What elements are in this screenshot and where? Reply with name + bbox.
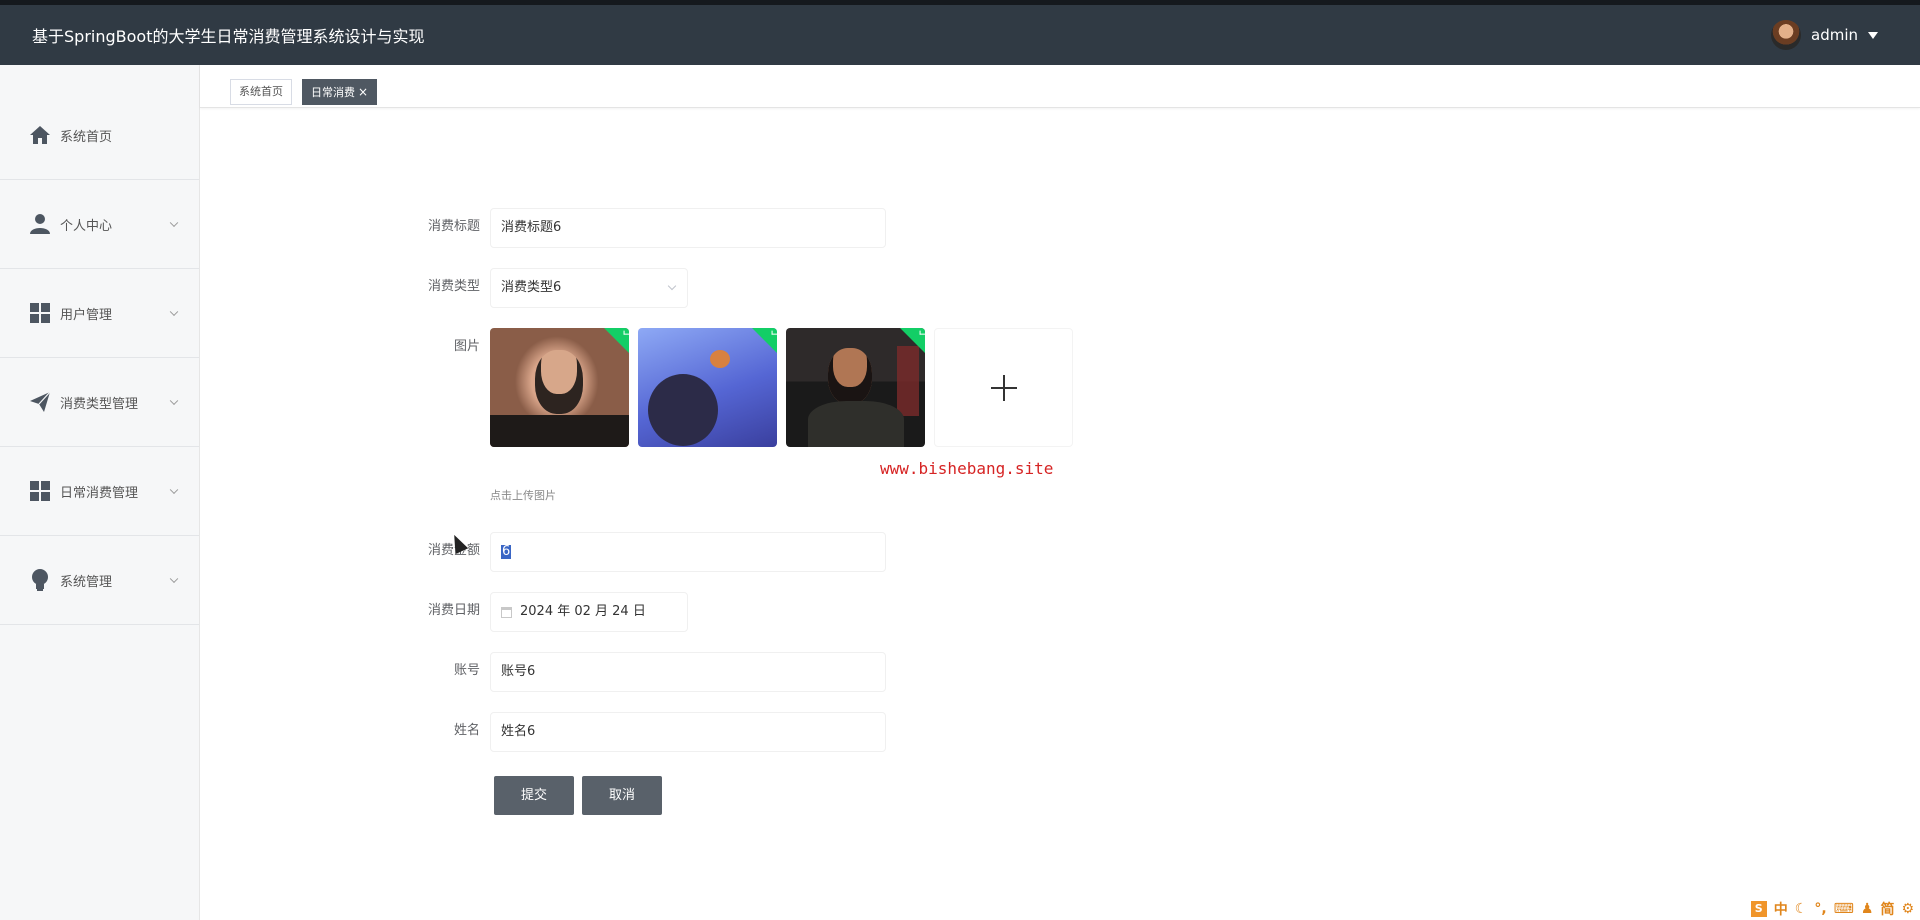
sidebar-item-user-management[interactable]: 用户管理: [0, 269, 199, 358]
username[interactable]: admin: [1811, 26, 1858, 44]
user-menu[interactable]: admin: [1771, 20, 1878, 50]
tab-home[interactable]: 系统首页: [230, 79, 292, 105]
uploaded-image[interactable]: [490, 328, 629, 447]
tab-daily-consumption[interactable]: 日常消费 ×: [302, 79, 378, 105]
chevron-down-icon: [667, 281, 677, 291]
upload-success-check-icon: [751, 328, 777, 356]
type-select[interactable]: 消费类型6: [490, 268, 688, 308]
close-icon[interactable]: ×: [358, 85, 368, 99]
amount-value-selected: 6: [501, 544, 512, 559]
sidebar-item-system-management[interactable]: 系统管理: [0, 536, 199, 625]
field-label-account: 账号: [453, 663, 480, 678]
paper-plane-icon: [28, 390, 52, 414]
moon-icon[interactable]: ☾: [1795, 901, 1808, 917]
uploaded-image[interactable]: [638, 328, 777, 447]
amount-input[interactable]: 6: [490, 532, 886, 572]
tab-label: 日常消费: [311, 86, 355, 99]
field-label-image: 图片: [453, 339, 480, 354]
watermark: www.bishebang.site: [880, 459, 1054, 478]
grid-icon: [28, 301, 52, 325]
title-input[interactable]: 消费标题6: [490, 208, 886, 248]
sidebar-item-label: 系统首页: [60, 129, 113, 145]
avatar[interactable]: [1771, 20, 1801, 50]
user-icon: [28, 212, 52, 236]
field-label-title: 消费标题: [427, 219, 480, 234]
sidebar: 系统首页 个人中心 用户管理 消费类型管理 日常消费管理 系统管理: [0, 65, 200, 920]
tab-label: 系统首页: [239, 85, 283, 98]
tabs-bar: 系统首页 日常消费 ×: [200, 65, 1920, 108]
form-row-account: 账号 账号6: [400, 652, 886, 692]
upload-success-check-icon: [603, 328, 629, 356]
form-row-amount: 消费金额 6: [400, 532, 886, 572]
date-picker[interactable]: 2024 年 02 月 24 日: [490, 592, 688, 632]
submit-button[interactable]: 提交: [494, 776, 574, 815]
field-label-name: 姓名: [453, 723, 480, 738]
chevron-down-icon: [169, 574, 179, 584]
image-content: [648, 374, 718, 446]
chevron-down-icon: [169, 218, 179, 228]
sidebar-item-label: 日常消费管理: [60, 485, 139, 501]
app-title: 基于SpringBoot的大学生日常消费管理系统设计与实现: [32, 27, 425, 46]
name-input[interactable]: 姓名6: [490, 712, 886, 752]
image-content: [535, 350, 583, 414]
keyboard-icon[interactable]: ⌨: [1834, 901, 1854, 917]
app-header: 基于SpringBoot的大学生日常消费管理系统设计与实现 admin: [0, 5, 1920, 65]
sidebar-item-home[interactable]: 系统首页: [0, 91, 199, 180]
home-icon: [28, 123, 52, 147]
sidebar-item-personal-center[interactable]: 个人中心: [0, 180, 199, 269]
upload-tip: 点击上传图片: [490, 489, 556, 502]
person-icon[interactable]: ♟: [1861, 901, 1874, 917]
calendar-icon: [501, 606, 512, 618]
sidebar-item-label: 个人中心: [60, 218, 113, 234]
ime-toolbar[interactable]: S 中 ☾ °, ⌨ ♟ 简 ⚙: [1745, 898, 1920, 920]
sidebar-item-label: 系统管理: [60, 574, 113, 590]
form-row-type: 消费类型 消费类型6: [400, 268, 688, 308]
grid-icon: [28, 479, 52, 503]
sidebar-item-daily-consumption-management[interactable]: 日常消费管理: [0, 447, 199, 536]
punctuation-icon[interactable]: °,: [1814, 901, 1826, 917]
sidebar-item-consumption-type-management[interactable]: 消费类型管理: [0, 358, 199, 447]
image-content: [828, 348, 872, 404]
image-content: [897, 346, 919, 416]
image-content: [490, 415, 629, 447]
upload-image-button[interactable]: [934, 328, 1073, 447]
field-label-amount: 消费金额: [427, 543, 480, 558]
account-input[interactable]: 账号6: [490, 652, 886, 692]
gear-icon[interactable]: ⚙: [1901, 901, 1914, 917]
ime-language[interactable]: 中: [1774, 899, 1788, 919]
form-row-image: 图片: [400, 328, 480, 366]
chevron-down-icon: [169, 485, 179, 495]
form-row-date: 消费日期 2024 年 02 月 24 日: [400, 592, 688, 632]
plus-icon: [990, 374, 1017, 401]
form-row-name: 姓名 姓名6: [400, 712, 886, 752]
date-value: 2024 年 02 月 24 日: [520, 604, 646, 619]
field-label-type: 消费类型: [427, 279, 480, 294]
chevron-down-icon: [169, 307, 179, 317]
image-content: [710, 350, 730, 368]
lightbulb-icon: [28, 568, 52, 592]
sidebar-item-label: 消费类型管理: [60, 396, 139, 412]
uploaded-image[interactable]: [786, 328, 925, 447]
caret-down-icon[interactable]: [1868, 31, 1878, 39]
ime-logo-icon: S: [1750, 901, 1767, 917]
type-select-value: 消费类型6: [501, 280, 562, 295]
ime-mode[interactable]: 简: [1880, 899, 1894, 919]
field-label-date: 消费日期: [427, 603, 480, 618]
sidebar-item-label: 用户管理: [60, 307, 113, 323]
chevron-down-icon: [169, 396, 179, 406]
image-upload-list: [490, 328, 1073, 447]
image-content: [808, 401, 904, 447]
cancel-button[interactable]: 取消: [582, 776, 662, 815]
form-row-title: 消费标题 消费标题6: [400, 208, 886, 248]
